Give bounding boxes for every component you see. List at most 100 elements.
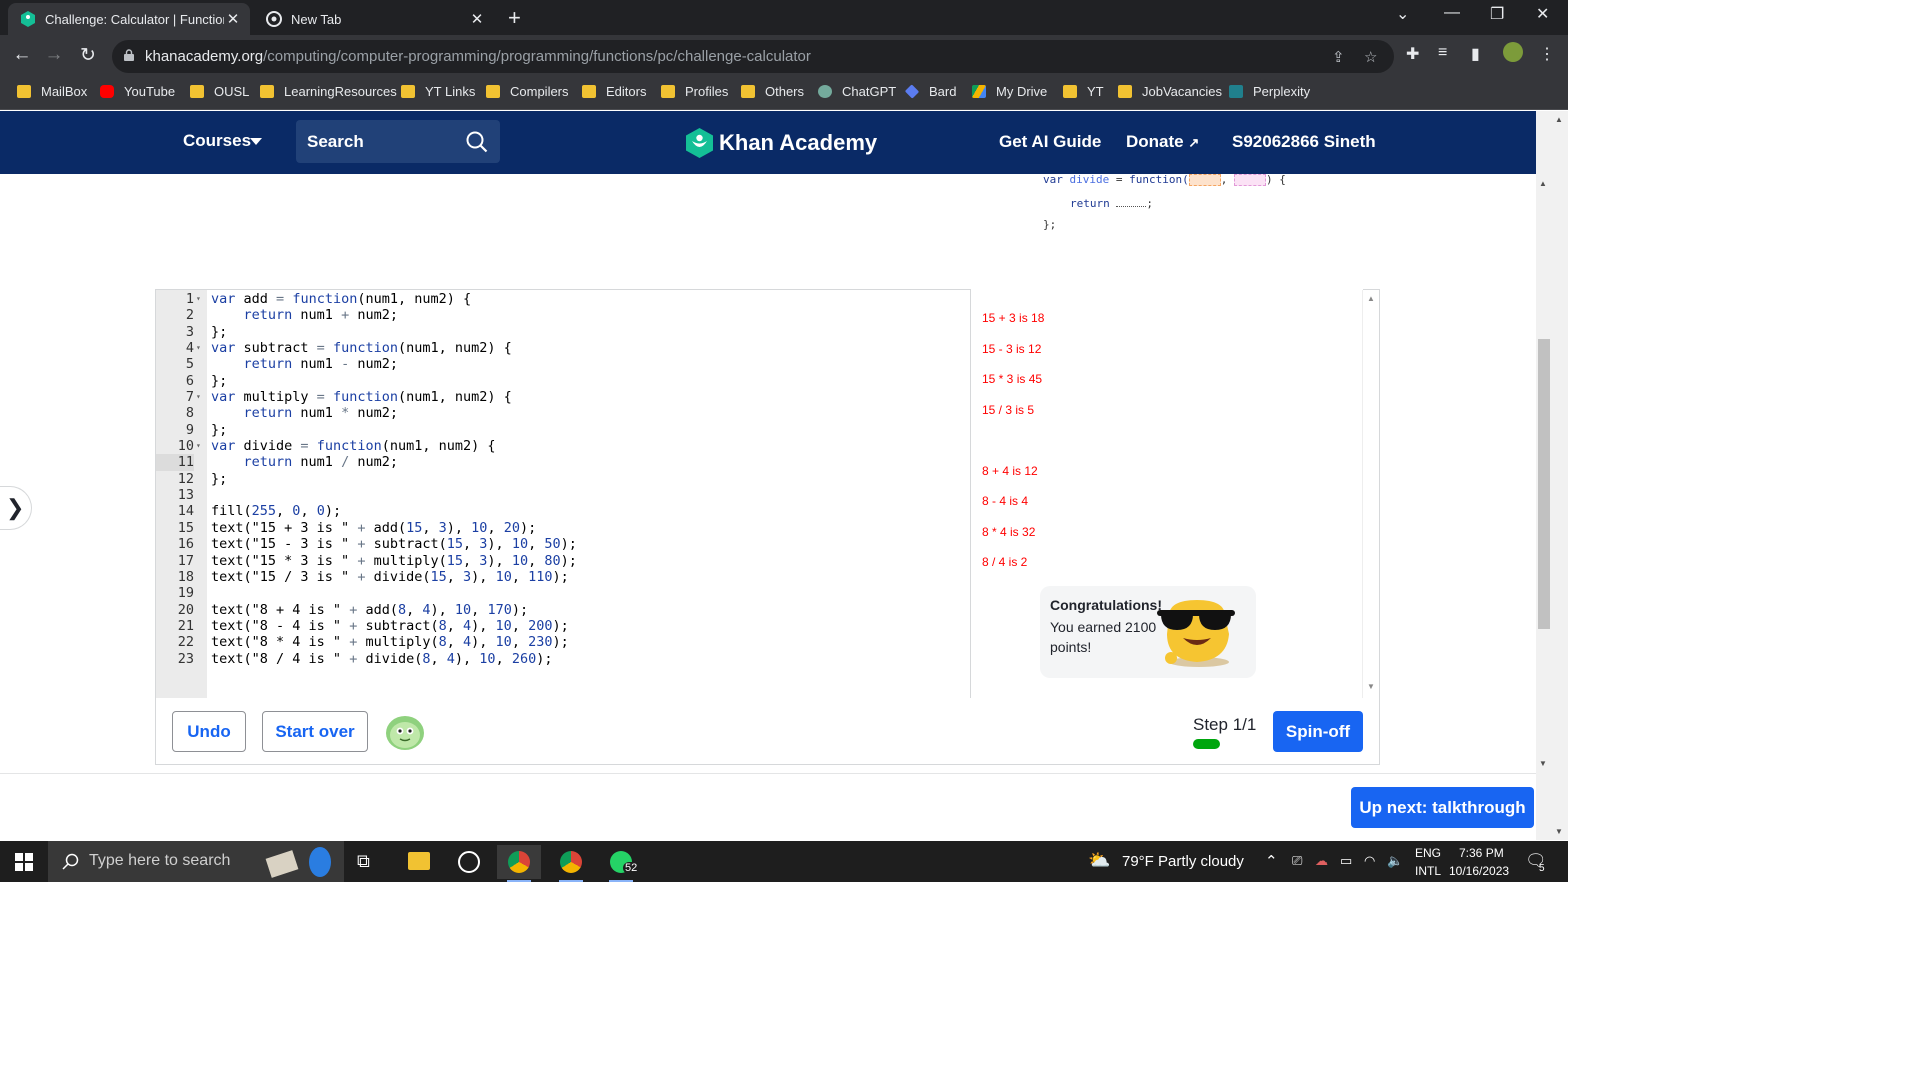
bookmark-jobvacancies[interactable]: JobVacancies (1118, 84, 1222, 99)
wifi-icon[interactable]: ◠ (1364, 853, 1375, 869)
bookmark-learningresources[interactable]: LearningResources (260, 84, 397, 99)
bookmark-perplexity[interactable]: Perplexity (1229, 84, 1310, 99)
scroll-down-icon[interactable]: ▼ (1367, 682, 1375, 691)
code-line[interactable]: 13 (156, 487, 971, 503)
scroll-down-icon[interactable]: ▼ (1555, 827, 1563, 836)
restore-icon[interactable]: ❐ (1490, 4, 1504, 24)
bookmark-mailbox[interactable]: MailBox (17, 84, 87, 99)
close-window-icon[interactable]: ✕ (1536, 4, 1549, 24)
output-scrollbar[interactable]: ▲ ▼ (1362, 290, 1379, 698)
weather-widget[interactable]: 79°F Partly cloudy (1122, 853, 1244, 870)
meet-icon[interactable]: ⎚ (1292, 853, 1302, 869)
chevron-up-icon[interactable]: ⌃ (1265, 852, 1278, 870)
antivirus-icon[interactable]: ☁ (1315, 853, 1328, 869)
share-icon[interactable]: ⇪ (1332, 48, 1345, 66)
code-line[interactable]: 4 ▾ var subtract = function(num1, num2) { (156, 340, 971, 356)
keyboard-layout[interactable]: INTL (1415, 864, 1441, 878)
task-view-icon[interactable]: ⧉ (357, 851, 370, 872)
code-line[interactable]: 18 text("15 / 3 is " + divide(15, 3), 10,… (156, 569, 971, 585)
clock-time[interactable]: 7:36 PM (1459, 846, 1504, 860)
chrome-taskbar-icon[interactable] (497, 845, 541, 882)
profile-avatar[interactable] (1503, 42, 1523, 62)
code-line[interactable]: 23 text("8 / 4 is " + divide(8, 4), 10, 2… (156, 651, 971, 667)
tab-search-chevron-icon[interactable]: ⌄ (1396, 4, 1409, 24)
code-line[interactable]: 15 text("15 + 3 is " + add(15, 3), 10, 20… (156, 520, 971, 536)
code-line[interactable]: 6}; (156, 373, 971, 389)
close-tab-icon[interactable]: ✕ (224, 10, 242, 28)
courses-menu[interactable]: Courses (183, 131, 251, 151)
file-explorer-icon[interactable] (397, 845, 441, 879)
bookmark-editors[interactable]: Editors (582, 84, 646, 99)
code-line[interactable]: 16 text("15 - 3 is " + subtract(15, 3), 1… (156, 536, 971, 552)
code-line[interactable]: 3}; (156, 324, 971, 340)
scroll-down-icon[interactable]: ▼ (1539, 759, 1547, 768)
user-menu[interactable]: S92062866 Sineth (1232, 132, 1376, 152)
page-scrollbar[interactable]: ▲ ▼ (1536, 111, 1552, 840)
start-over-button[interactable]: Start over (262, 711, 368, 752)
search-box[interactable]: Search (296, 120, 500, 163)
get-ai-guide-link[interactable]: Get AI Guide (999, 132, 1101, 152)
windows-start-icon[interactable] (15, 853, 33, 871)
dell-icon[interactable] (447, 845, 491, 879)
scroll-up-icon[interactable]: ▲ (1367, 294, 1375, 303)
forward-arrow-icon[interactable]: → (42, 44, 66, 66)
undo-button[interactable]: Undo (172, 711, 246, 752)
language-indicator[interactable]: ENG (1415, 846, 1441, 860)
tab-new-tab[interactable]: New Tab ✕ (254, 3, 494, 35)
bookmark-my-drive[interactable]: My Drive (972, 84, 1047, 99)
code-line[interactable]: 21 text("8 - 4 is " + subtract(8, 4), 10,… (156, 618, 971, 634)
fold-caret-icon[interactable]: ▾ (196, 291, 201, 307)
tab-challenge-calculator[interactable]: Challenge: Calculator | Functions ✕ (8, 3, 250, 35)
taskbar-search-box[interactable]: Type here to search (48, 841, 344, 882)
avatar[interactable] (385, 713, 425, 751)
scroll-up-icon[interactable]: ▲ (1555, 115, 1563, 124)
code-line[interactable]: 10 ▾ var divide = function(num1, num2) { (156, 438, 971, 454)
khan-academy-logo[interactable]: Khan Academy (686, 128, 877, 158)
whatsapp-icon[interactable]: 52 (599, 845, 643, 882)
extensions-puzzle-icon[interactable]: ✚ (1406, 44, 1419, 64)
code-line[interactable]: 2 return num1 + num2; (156, 307, 971, 323)
code-line[interactable]: 19 (156, 585, 971, 601)
media-queue-icon[interactable]: ≡ (1438, 44, 1447, 62)
minimize-icon[interactable]: — (1444, 4, 1460, 22)
code-line[interactable]: 7 ▾ var multiply = function(num1, num2) { (156, 389, 971, 405)
bookmark-youtube[interactable]: YouTube (100, 84, 175, 99)
donate-link[interactable]: Donate ↗ (1126, 132, 1199, 152)
code-line[interactable]: 11 return num1 / num2; (156, 454, 971, 471)
code-line[interactable]: 22 text("8 * 4 is " + multiply(8, 4), 10,… (156, 634, 971, 650)
address-bar[interactable]: khanacademy.org/computing/computer-progr… (112, 40, 1394, 73)
bookmark-chatgpt[interactable]: ChatGPT (818, 84, 896, 99)
code-line[interactable]: 14 fill(255, 0, 0); (156, 503, 971, 519)
side-panel-icon[interactable]: ▮ (1471, 44, 1480, 64)
code-line[interactable]: 9}; (156, 422, 971, 438)
spin-off-button[interactable]: Spin-off (1273, 711, 1363, 752)
outer-scrollbar[interactable]: ▲ ▼ (1552, 111, 1568, 840)
bookmark-yt-links[interactable]: YT Links (401, 84, 475, 99)
code-line[interactable]: 17 text("15 * 3 is " + multiply(15, 3), 1… (156, 553, 971, 569)
new-tab-plus-icon[interactable]: + (508, 5, 521, 31)
bookmark-ousl[interactable]: OUSL (190, 84, 249, 99)
code-line[interactable]: 1 ▾ var add = function(num1, num2) { (156, 291, 971, 307)
back-arrow-icon[interactable]: ← (10, 44, 34, 66)
code-line[interactable]: 12}; (156, 471, 971, 487)
chrome-menu-icon[interactable]: ⋮ (1539, 44, 1555, 64)
up-next-button[interactable]: Up next: talkthrough (1351, 787, 1534, 828)
code-line[interactable]: 5 return num1 - num2; (156, 356, 971, 372)
bookmark-yt[interactable]: YT (1063, 84, 1104, 99)
scrollbar-thumb[interactable] (1538, 339, 1550, 629)
bookmark-star-icon[interactable]: ☆ (1364, 48, 1377, 66)
scroll-up-icon[interactable]: ▲ (1539, 179, 1547, 188)
volume-icon[interactable]: 🔈 (1387, 853, 1403, 869)
bookmark-bard[interactable]: Bard (904, 84, 956, 99)
bookmark-profiles[interactable]: Profiles (661, 84, 728, 99)
chrome-profile-taskbar-icon[interactable] (549, 845, 593, 882)
fold-caret-icon[interactable]: ▾ (196, 389, 201, 405)
fold-caret-icon[interactable]: ▾ (196, 340, 201, 356)
code-line[interactable]: 8 return num1 * num2; (156, 405, 971, 421)
close-tab-icon[interactable]: ✕ (468, 10, 486, 28)
fold-caret-icon[interactable]: ▾ (196, 438, 201, 454)
code-line[interactable]: 20 text("8 + 4 is " + add(8, 4), 10, 170)… (156, 602, 971, 618)
battery-icon[interactable]: ▭ (1340, 853, 1352, 869)
clock-date[interactable]: 10/16/2023 (1449, 864, 1509, 878)
bookmark-others[interactable]: Others (741, 84, 804, 99)
